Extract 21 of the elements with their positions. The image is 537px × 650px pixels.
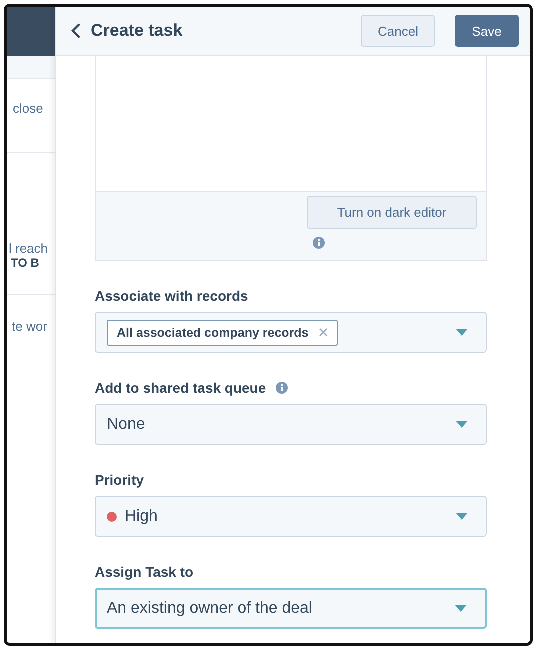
field-label: Add to shared task queue bbox=[95, 380, 266, 396]
dropdown-field[interactable]: High bbox=[95, 496, 487, 537]
field-label: Assign Task to bbox=[95, 564, 194, 580]
caret-icon bbox=[456, 421, 468, 428]
save-button[interactable]: Save bbox=[455, 15, 519, 47]
dropdown-field[interactable]: None bbox=[95, 404, 487, 445]
back-icon[interactable] bbox=[71, 23, 81, 39]
dark-editor-button[interactable]: Turn on dark editor bbox=[307, 196, 477, 229]
dropdown-field[interactable]: All associated company records bbox=[95, 312, 487, 353]
field-label: Priority bbox=[95, 472, 144, 488]
background-text: te wor bbox=[11, 319, 48, 334]
caret-icon bbox=[456, 513, 468, 520]
field-label: Associate with records bbox=[95, 288, 248, 304]
caret-icon bbox=[455, 605, 467, 612]
panel-title: Create task bbox=[91, 21, 183, 41]
dropdown-field[interactable]: An existing owner of the deal bbox=[95, 588, 487, 629]
cancel-button[interactable]: Cancel bbox=[361, 15, 435, 47]
page-header-bar bbox=[7, 7, 55, 56]
record-tag: All associated company records bbox=[107, 320, 338, 346]
caret-icon bbox=[456, 329, 468, 336]
background-text: l reach bbox=[8, 241, 48, 256]
